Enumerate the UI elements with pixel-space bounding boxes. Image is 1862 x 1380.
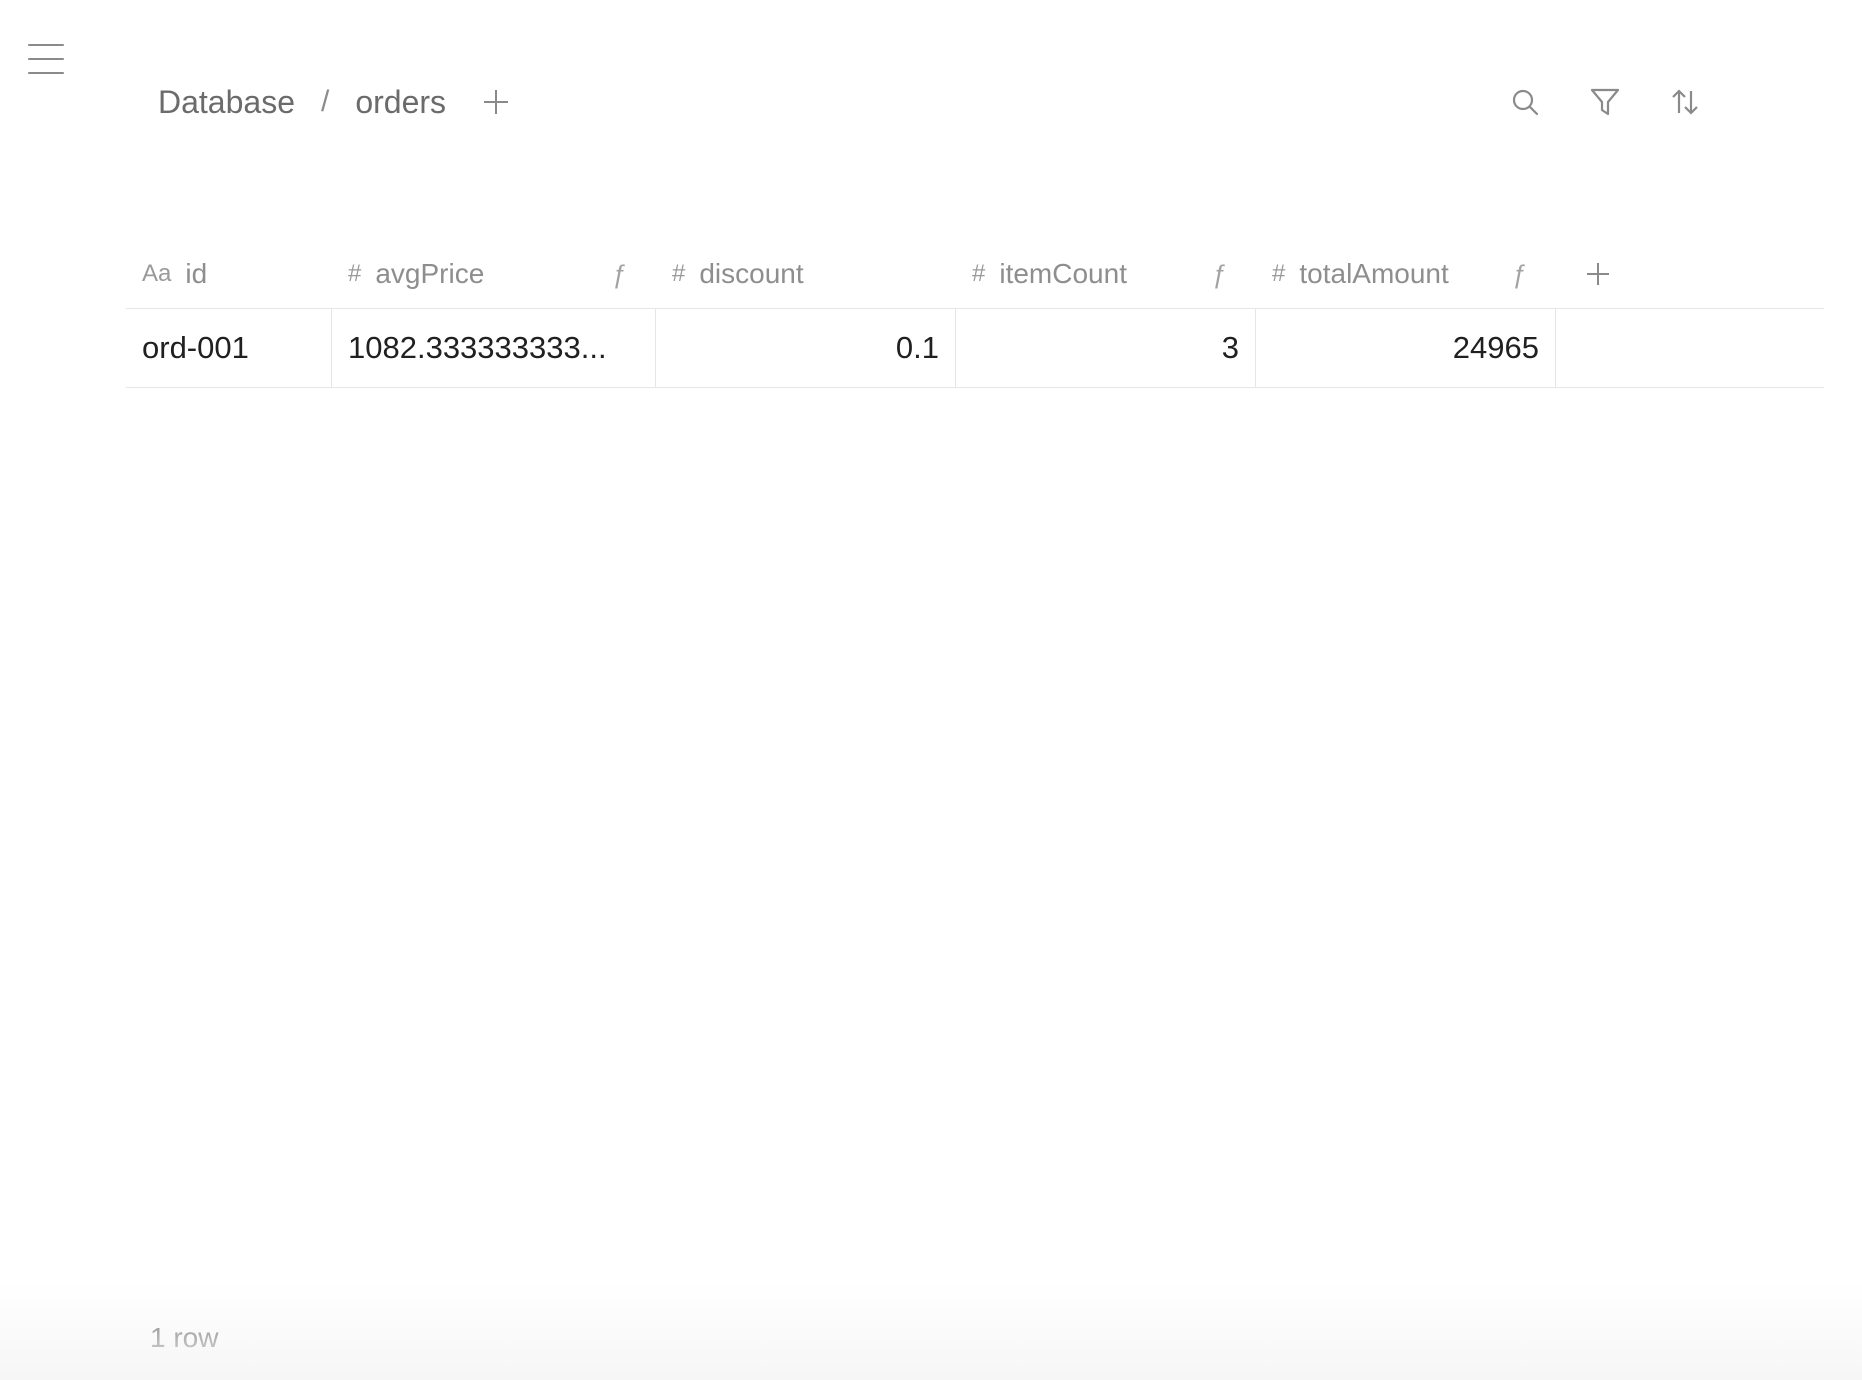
row-count: 1 row — [150, 1322, 219, 1353]
menu-button[interactable] — [28, 44, 64, 74]
table-header-row: Aa id # avgPrice ƒ # discount # itemCoun… — [126, 240, 1824, 309]
add-column-button[interactable] — [1556, 240, 1824, 308]
toolbar — [1508, 85, 1702, 119]
filter-button[interactable] — [1588, 85, 1622, 119]
breadcrumb-root[interactable]: Database — [158, 84, 295, 121]
sort-arrows-icon — [1672, 89, 1698, 115]
column-header-discount[interactable]: # discount — [656, 240, 956, 308]
header: Database / orders — [158, 78, 1702, 126]
column-header-itemcount[interactable]: # itemCount ƒ — [956, 240, 1256, 308]
number-type-icon: # — [972, 260, 986, 287]
bottom-fade — [0, 1280, 1862, 1380]
table-cell-discount[interactable]: 0.1 — [656, 309, 956, 387]
table-cell-empty — [1556, 309, 1824, 387]
formula-icon: ƒ — [611, 258, 626, 289]
plus-icon — [484, 90, 509, 114]
text-type-icon: Aa — [142, 260, 172, 287]
column-name: itemCount — [999, 258, 1127, 289]
table-cell-totalamount[interactable]: 24965 — [1256, 309, 1556, 387]
search-button[interactable] — [1508, 85, 1542, 119]
filter-icon — [1590, 88, 1620, 116]
breadcrumb-separator: / — [320, 85, 330, 118]
column-name: avgPrice — [375, 258, 485, 289]
add-view-button[interactable] — [480, 86, 512, 118]
number-type-icon: # — [672, 260, 686, 287]
hamburger-menu-icon — [28, 44, 64, 46]
formula-icon: ƒ — [1511, 258, 1526, 289]
table-cell-avgprice[interactable]: 1082.333333333... — [332, 309, 656, 387]
number-type-icon: # — [1272, 260, 1286, 287]
search-icon — [1512, 89, 1539, 116]
column-header-avgprice[interactable]: # avgPrice ƒ — [332, 240, 656, 308]
column-name: discount — [699, 258, 804, 289]
column-header-totalamount[interactable]: # totalAmount ƒ — [1256, 240, 1556, 308]
column-name: id — [185, 258, 208, 289]
breadcrumb-current[interactable]: orders — [355, 84, 446, 121]
number-type-icon: # — [348, 260, 362, 287]
table-row[interactable]: ord-001 1082.333333333... 0.1 3 24965 — [126, 309, 1824, 388]
column-name: totalAmount — [1299, 258, 1449, 289]
sort-button[interactable] — [1668, 85, 1702, 119]
data-table: Aa id # avgPrice ƒ # discount # itemCoun… — [126, 240, 1824, 388]
formula-icon: ƒ — [1211, 258, 1226, 289]
column-header-id[interactable]: Aa id — [126, 240, 332, 308]
table-cell-id[interactable]: ord-001 — [126, 309, 332, 387]
plus-icon — [1587, 263, 1609, 285]
table-cell-itemcount[interactable]: 3 — [956, 309, 1256, 387]
